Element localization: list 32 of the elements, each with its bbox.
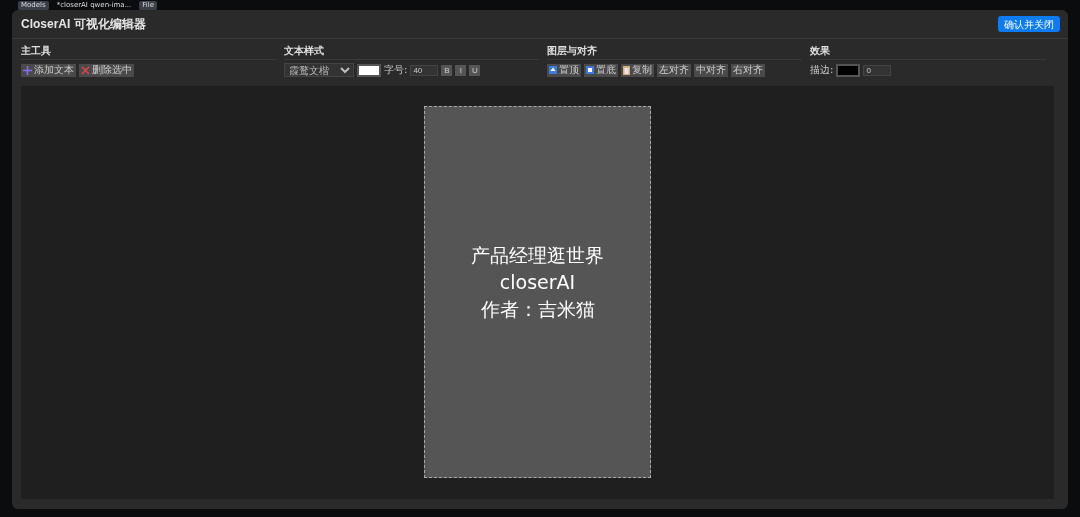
section-heading: 图层与对齐 xyxy=(547,44,802,60)
toolbar-button[interactable]: 左对齐 xyxy=(657,63,691,77)
canvas-text[interactable]: 产品经理逛世界 xyxy=(471,243,604,267)
style-button[interactable]: I xyxy=(455,64,467,76)
confirm-button[interactable]: 确认并关闭 xyxy=(998,16,1060,32)
toolbar-button[interactable]: 中对齐 xyxy=(694,63,728,77)
toolbar-button[interactable]: 置顶 xyxy=(547,63,581,77)
toolbar-button[interactable]: 置底 xyxy=(584,63,618,77)
plus-icon xyxy=(23,65,32,75)
style-button[interactable]: B xyxy=(441,64,453,76)
font-select[interactable]: 霞鹜文楷 xyxy=(284,63,354,77)
up-arrow-icon xyxy=(549,66,557,74)
stroke-width-field[interactable]: 0 xyxy=(863,64,892,76)
window-title: CloserAI 可视化编辑器 xyxy=(21,15,146,33)
canvas-text[interactable]: closerAI xyxy=(499,270,576,294)
style-button[interactable]: U xyxy=(469,64,481,76)
stroke-label: 描边: xyxy=(810,63,834,77)
canvas-text[interactable]: 作者：吉米猫 xyxy=(480,297,595,321)
font-size-label: 字号: xyxy=(384,63,408,77)
section-heading: 主工具 xyxy=(21,44,276,60)
toolbar-button[interactable]: 复制 xyxy=(621,63,654,77)
square-icon xyxy=(586,66,594,74)
toolbar-button[interactable]: 右对齐 xyxy=(731,63,765,77)
font-size-field[interactable]: 40 xyxy=(410,64,439,76)
clipboard-icon xyxy=(623,65,630,75)
section-heading: 文本样式 xyxy=(284,44,539,60)
toolbar-button[interactable]: 添加文本 xyxy=(21,63,76,77)
close-icon xyxy=(81,65,90,75)
section-heading: 效果 xyxy=(810,44,1046,60)
color-swatch[interactable] xyxy=(357,63,381,77)
toolbar-button[interactable]: 删除选中 xyxy=(79,63,134,77)
color-swatch[interactable] xyxy=(836,63,861,77)
